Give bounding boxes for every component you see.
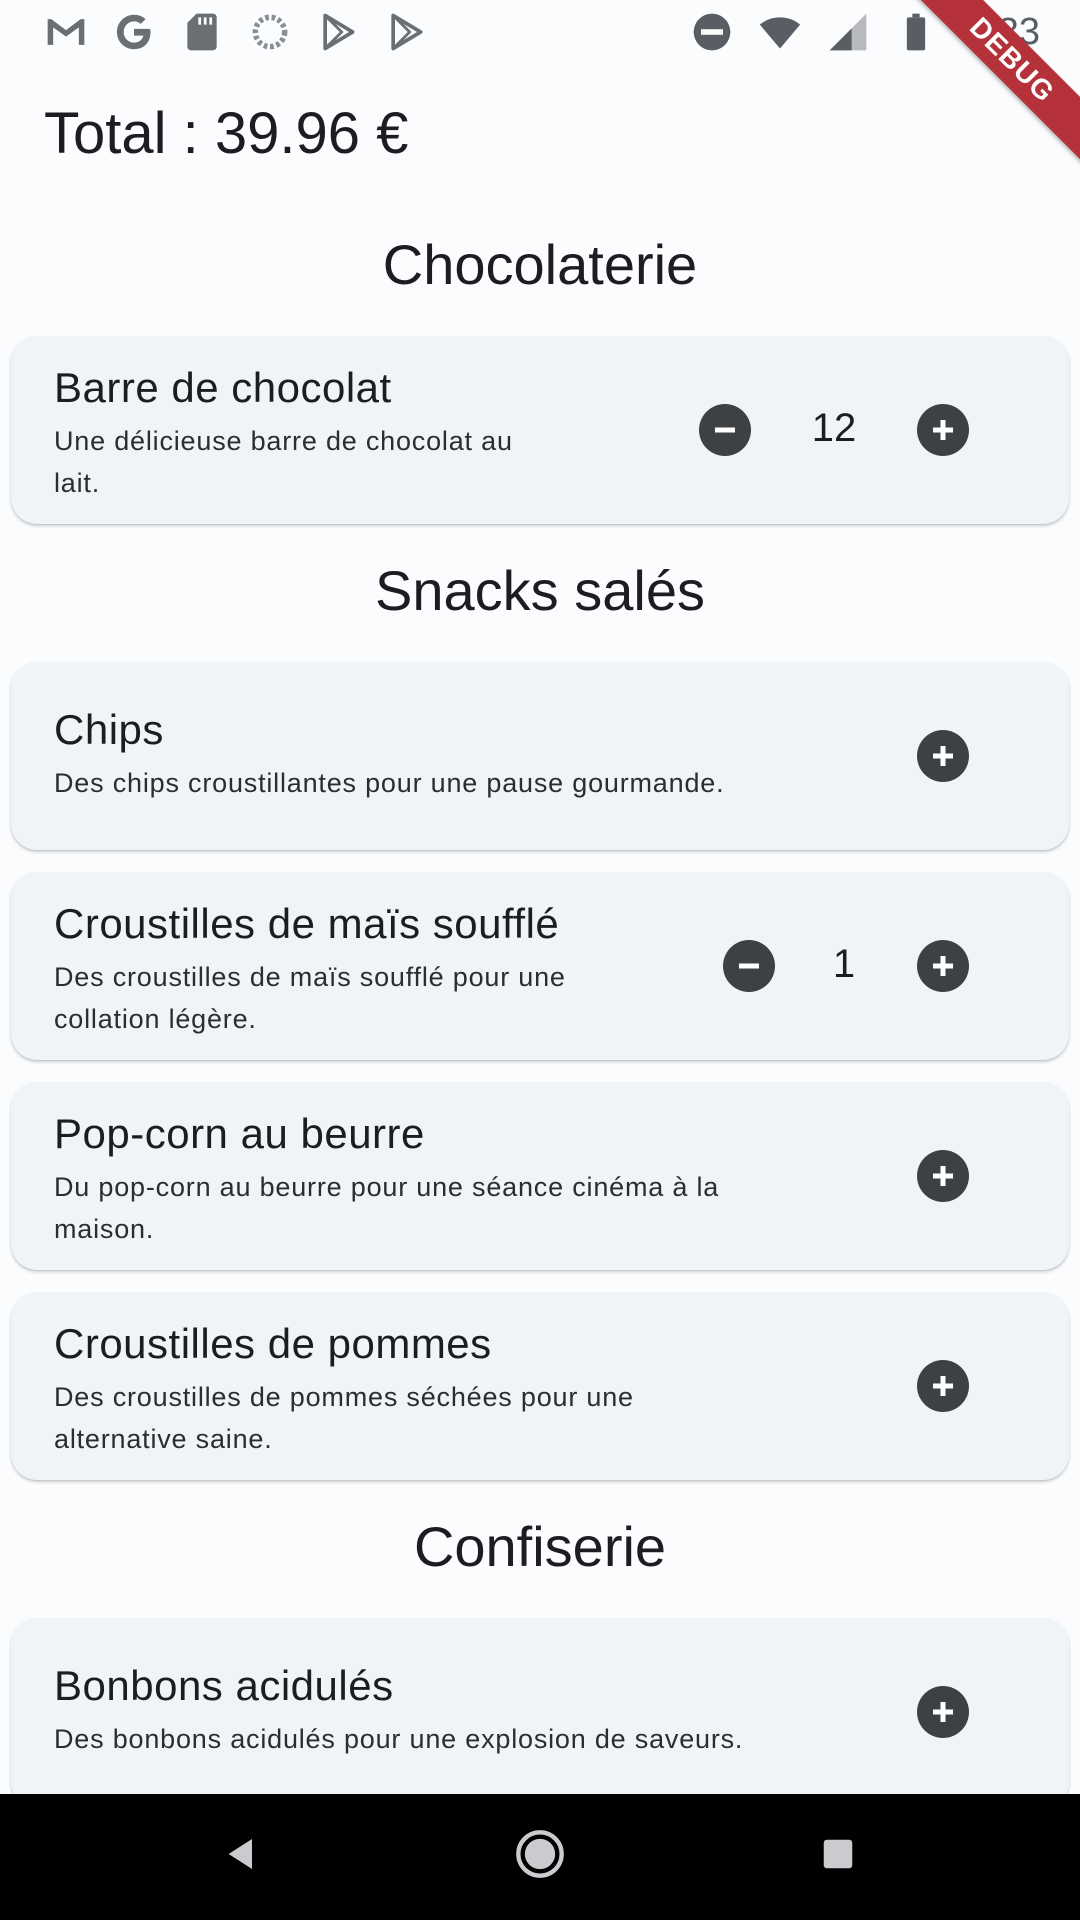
- section-title-confiserie: Confiserie: [413, 1515, 667, 1578]
- decrement-button[interactable]: [699, 404, 751, 456]
- product-card: Bonbons acidulés Des bonbons acidulés po…: [11, 1618, 1069, 1808]
- product-card: Croustilles de pommes Des croustilles de…: [11, 1292, 1069, 1480]
- product-info: Pop-corn au beurre Du pop-corn au beurre…: [54, 1110, 719, 1250]
- section-title-chocolaterie: Chocolaterie: [382, 233, 698, 296]
- dnd-icon: [690, 10, 734, 54]
- quantity-value: 12: [811, 406, 857, 450]
- product-info: Croustilles de maïs soufflé Des croustil…: [54, 900, 566, 1040]
- product-description: Une délicieuse barre de chocolat au lait…: [54, 426, 513, 498]
- product-name: Bonbons acidulés: [54, 1662, 394, 1709]
- minus-icon: [715, 427, 735, 433]
- section-title-snacks-sales: Snacks salés: [375, 559, 705, 622]
- add-button[interactable]: [917, 1360, 969, 1412]
- add-button[interactable]: [917, 1150, 969, 1202]
- increment-button[interactable]: [917, 404, 969, 456]
- decrement-button[interactable]: [723, 940, 775, 992]
- product-description: Des bonbons acidulés pour une explosion …: [54, 1724, 744, 1754]
- product-name: Croustilles de pommes: [54, 1320, 492, 1367]
- cart-total: Total : 39.96 €: [44, 101, 409, 166]
- product-card: Barre de chocolat Une délicieuse barre d…: [11, 336, 1069, 524]
- home-icon: [516, 1830, 564, 1878]
- product-info: Croustilles de pommes Des croustilles de…: [54, 1320, 634, 1460]
- play-store-icon: [384, 10, 428, 54]
- add-button[interactable]: [917, 1686, 969, 1738]
- home-button[interactable]: [510, 1824, 570, 1884]
- google-icon: [112, 10, 156, 54]
- plus-icon: [933, 420, 953, 440]
- product-description: Des chips croustillantes pour une pause …: [54, 768, 725, 798]
- increment-button[interactable]: [917, 940, 969, 992]
- status-left-icons: [44, 10, 428, 54]
- product-description: Des croustilles de pommes séchées pour u…: [54, 1382, 634, 1454]
- navigation-bar: [0, 1794, 1080, 1920]
- quantity-value: 1: [832, 942, 856, 986]
- product-card: Chips Des chips croustillantes pour une …: [11, 662, 1069, 850]
- product-info: Barre de chocolat Une délicieuse barre d…: [54, 364, 513, 504]
- status-bar: 3:33: [0, 0, 1080, 64]
- product-description: Du pop-corn au beurre pour une séance ci…: [54, 1172, 720, 1244]
- product-name: Pop-corn au beurre: [54, 1110, 425, 1157]
- back-button[interactable]: [212, 1824, 272, 1884]
- product-card: Croustilles de maïs soufflé Des croustil…: [11, 872, 1069, 1060]
- gmail-icon: [44, 10, 88, 54]
- product-info: Chips Des chips croustillantes pour une …: [54, 706, 724, 804]
- add-button[interactable]: [917, 730, 969, 782]
- sd-card-icon: [180, 10, 224, 54]
- product-card: Pop-corn au beurre Du pop-corn au beurre…: [11, 1082, 1069, 1270]
- product-description: Des croustilles de maïs soufflé pour une…: [54, 962, 566, 1034]
- minus-icon: [739, 963, 759, 969]
- loading-icon: [248, 10, 292, 54]
- product-name: Croustilles de maïs soufflé: [54, 900, 560, 947]
- play-store-icon: [316, 10, 360, 54]
- back-icon: [228, 1839, 252, 1869]
- recents-icon: [823, 1839, 853, 1869]
- plus-icon: [933, 1376, 953, 1396]
- plus-icon: [933, 746, 953, 766]
- plus-icon: [933, 1702, 953, 1722]
- product-name: Chips: [54, 706, 164, 753]
- plus-icon: [933, 1166, 953, 1186]
- plus-icon: [933, 956, 953, 976]
- recents-button[interactable]: [808, 1824, 868, 1884]
- signal-icon: [826, 10, 870, 54]
- battery-icon: [894, 10, 938, 54]
- wifi-icon: [758, 10, 802, 54]
- product-name: Barre de chocolat: [54, 364, 392, 411]
- product-info: Bonbons acidulés Des bonbons acidulés po…: [54, 1662, 743, 1760]
